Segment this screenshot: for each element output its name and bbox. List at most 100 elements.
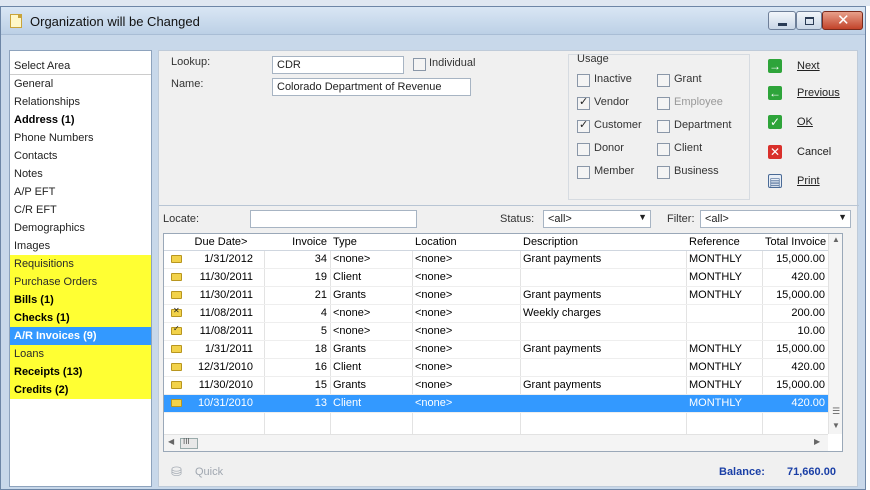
sidebar-item[interactable]: General: [10, 75, 151, 93]
sidebar-item[interactable]: Demographics: [10, 219, 151, 237]
sidebar-item[interactable]: Checks (1): [10, 309, 151, 327]
usage-option-label: Customer: [594, 119, 642, 131]
table-header: Due Date> Invoice Type Location Description R…: [164, 234, 842, 251]
table-row[interactable]: 11/30/2011 19 Client <none> MONTHLY 420.00: [164, 269, 828, 287]
table-cell: 34: [314, 253, 327, 265]
sidebar-item[interactable]: Requisitions: [10, 255, 151, 273]
scroll-left-icon[interactable]: ◀: [168, 437, 174, 446]
document-icon: [10, 14, 22, 28]
usage-checkbox[interactable]: [657, 143, 670, 156]
sidebar-item[interactable]: Bills (1): [10, 291, 151, 309]
cancel-button[interactable]: ✕ Cancel: [765, 142, 853, 164]
scroll-thumb[interactable]: III: [180, 437, 198, 449]
usage-option-label: Grant: [674, 73, 702, 85]
table-cell: MONTHLY: [689, 361, 742, 373]
sidebar-item[interactable]: Credits (2): [10, 381, 151, 399]
column-header[interactable]: Reference: [686, 234, 762, 251]
table-cell: <none>: [415, 397, 453, 409]
name-input[interactable]: Colorado Department of Revenue: [272, 78, 471, 96]
table-cell: Grants: [333, 379, 367, 391]
usage-checkbox[interactable]: [657, 166, 670, 179]
sidebar-item[interactable]: Contacts: [10, 147, 151, 165]
usage-option-label: Inactive: [594, 73, 632, 85]
table-cell: Grant payments: [523, 343, 602, 355]
sidebar-item[interactable]: A/P EFT: [10, 183, 151, 201]
column-header[interactable]: Total Invoice: [762, 234, 828, 251]
column-header[interactable]: Invoice: [264, 234, 330, 251]
usage-checkbox[interactable]: [577, 143, 590, 156]
sidebar-item[interactable]: Images: [10, 237, 151, 255]
title-bar[interactable]: Organization will be Changed ✕: [1, 7, 865, 35]
column-header[interactable]: Location: [412, 234, 520, 251]
previous-button[interactable]: ← Previous: [765, 83, 853, 105]
scroll-up-icon[interactable]: ▲: [832, 235, 840, 244]
table-cell: 18: [314, 343, 327, 355]
table-cell: 1/31/2012: [204, 253, 253, 265]
sidebar-item[interactable]: A/R Invoices (9): [10, 327, 151, 345]
scroll-down-icon[interactable]: ▼: [832, 421, 840, 430]
sidebar-item[interactable]: Relationships: [10, 93, 151, 111]
arrow-left-icon: ←: [768, 86, 782, 100]
locate-input[interactable]: [250, 210, 417, 228]
table-row[interactable]: 11/08/2011 4 <none> <none> Weekly charges 200…: [164, 305, 828, 323]
table-row[interactable]: 1/31/2012 34 <none> <none> Grant payments MON…: [164, 251, 828, 269]
vertical-scrollbar[interactable]: ▲ ☰ ▼: [828, 234, 842, 434]
ok-button[interactable]: ✓ OK: [765, 112, 853, 134]
print-button[interactable]: ▤ Print: [765, 171, 853, 193]
table-cell: 15,000.00: [776, 343, 825, 355]
filter-value: <all>: [705, 213, 729, 225]
table-cell: Grant payments: [523, 253, 602, 265]
ok-label: OK: [797, 116, 813, 128]
table-row[interactable]: 12/31/2010 16 Client <none> MONTHLY 420.00: [164, 359, 828, 377]
usage-checkbox[interactable]: [657, 74, 670, 87]
horizontal-scrollbar[interactable]: ◀ III ▶: [164, 434, 828, 451]
printer-icon: ▤: [768, 174, 782, 189]
table-row[interactable]: 1/31/2011 18 Grants <none> Grant payments MON…: [164, 341, 828, 359]
minimize-button[interactable]: [768, 11, 796, 30]
scroll-thumb-icon[interactable]: ☰: [832, 406, 840, 417]
usage-checkbox[interactable]: [577, 166, 590, 179]
next-button[interactable]: → Next: [765, 56, 853, 78]
table-cell: 11/08/2011: [199, 325, 253, 337]
table-row[interactable]: 10/31/2010 13 Client <none> MONTHLY 420.00: [164, 395, 828, 413]
individual-label: Individual: [429, 57, 476, 69]
lookup-input[interactable]: CDR: [272, 56, 404, 74]
chevron-down-icon: ▼: [838, 212, 847, 222]
sidebar-item[interactable]: Receipts (13): [10, 363, 151, 381]
sidebar-item[interactable]: Address (1): [10, 111, 151, 129]
usage-checkbox[interactable]: [577, 118, 590, 133]
column-header[interactable]: Description: [520, 234, 686, 251]
table-row[interactable]: 11/30/2010 15 Grants <none> Grant payments MO…: [164, 377, 828, 395]
table-cell: <none>: [333, 325, 371, 337]
table-cell: Grants: [333, 343, 367, 355]
balance-label: Balance:: [719, 466, 765, 478]
quick-icon: ⛁: [171, 464, 182, 479]
status-label: Status:: [500, 213, 535, 225]
table-cell: 4: [320, 307, 327, 319]
filter-select[interactable]: <all> ▼: [700, 210, 851, 228]
sidebar-item[interactable]: Purchase Orders: [10, 273, 151, 291]
column-header[interactable]: Type: [330, 234, 412, 251]
table-row[interactable]: 11/30/2011 21 Grants <none> Grant payments MO…: [164, 287, 828, 305]
sidebar-item[interactable]: Notes: [10, 165, 151, 183]
usage-checkbox[interactable]: [577, 74, 590, 87]
column-header[interactable]: Due Date>: [186, 234, 256, 251]
usage-checkbox[interactable]: [577, 95, 590, 110]
table-cell: 1/31/2011: [204, 343, 253, 355]
scroll-right-icon[interactable]: ▶: [814, 437, 820, 446]
usage-checkbox[interactable]: [657, 120, 670, 133]
close-button[interactable]: ✕: [822, 11, 863, 30]
table-row[interactable]: 11/08/2011 5 <none> <none> 10.00: [164, 323, 828, 341]
arrow-right-icon: →: [768, 59, 782, 73]
maximize-button[interactable]: [796, 11, 822, 30]
table-cell: <none>: [415, 325, 453, 337]
sidebar-item[interactable]: C/R EFT: [10, 201, 151, 219]
status-select[interactable]: <all> ▼: [543, 210, 651, 228]
sidebar-item[interactable]: Phone Numbers: [10, 129, 151, 147]
table-cell: MONTHLY: [689, 253, 742, 265]
individual-checkbox[interactable]: [413, 58, 426, 71]
table-cell: MONTHLY: [689, 343, 742, 355]
quick-button[interactable]: ⛁ Quick: [171, 464, 241, 480]
table-cell: Client: [333, 361, 362, 373]
sidebar-item[interactable]: Loans: [10, 345, 151, 363]
